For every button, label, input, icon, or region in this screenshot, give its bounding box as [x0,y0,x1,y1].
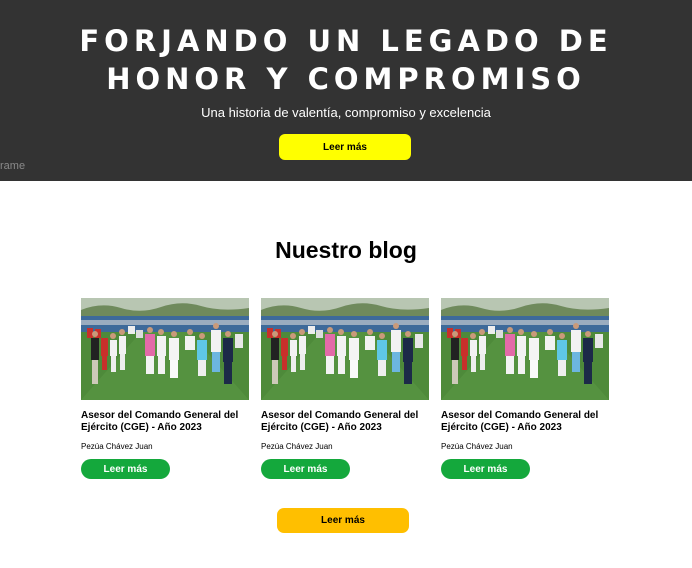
blog-card-author: Pezúa Chávez Juan [261,442,333,451]
blog-card-read-more-button[interactable]: Leer más [81,459,170,479]
blog-card: Asesor del Comando General del Ejército … [261,298,429,479]
blog-card-author: Pezúa Chávez Juan [441,442,513,451]
hero-subtitle: Una historia de valentía, compromiso y e… [201,105,491,120]
blog-card-read-more-button[interactable]: Leer más [441,459,530,479]
blog-card: Asesor del Comando General del Ejército … [81,298,249,479]
blog-card: Asesor del Comando General del Ejército … [441,298,609,479]
hero-title-line-2: HONOR Y COMPROMISO [106,62,586,96]
blog-card-title[interactable]: Asesor del Comando General del Ejército … [441,410,609,434]
blog-card-image[interactable] [81,298,249,400]
blog-card-title[interactable]: Asesor del Comando General del Ejército … [81,410,249,434]
blog-card-title[interactable]: Asesor del Comando General del Ejército … [261,410,429,434]
hero-title: FORJANDO UN LEGADO DE HONOR Y COMPROMISO [0,22,692,98]
hero-title-line-1: FORJANDO UN LEGADO DE [79,24,613,58]
blog-card-image[interactable] [441,298,609,400]
hero-banner: FORJANDO UN LEGADO DE HONOR Y COMPROMISO… [0,0,692,181]
hero-read-more-button[interactable]: Leer más [279,134,411,160]
blog-card-read-more-button[interactable]: Leer más [261,459,350,479]
blog-card-image[interactable] [261,298,429,400]
blog-heading: Nuestro blog [275,237,417,263]
blog-read-more-button[interactable]: Leer más [277,508,409,533]
frame-label: rame [0,160,26,172]
blog-card-author: Pezúa Chávez Juan [81,442,153,451]
